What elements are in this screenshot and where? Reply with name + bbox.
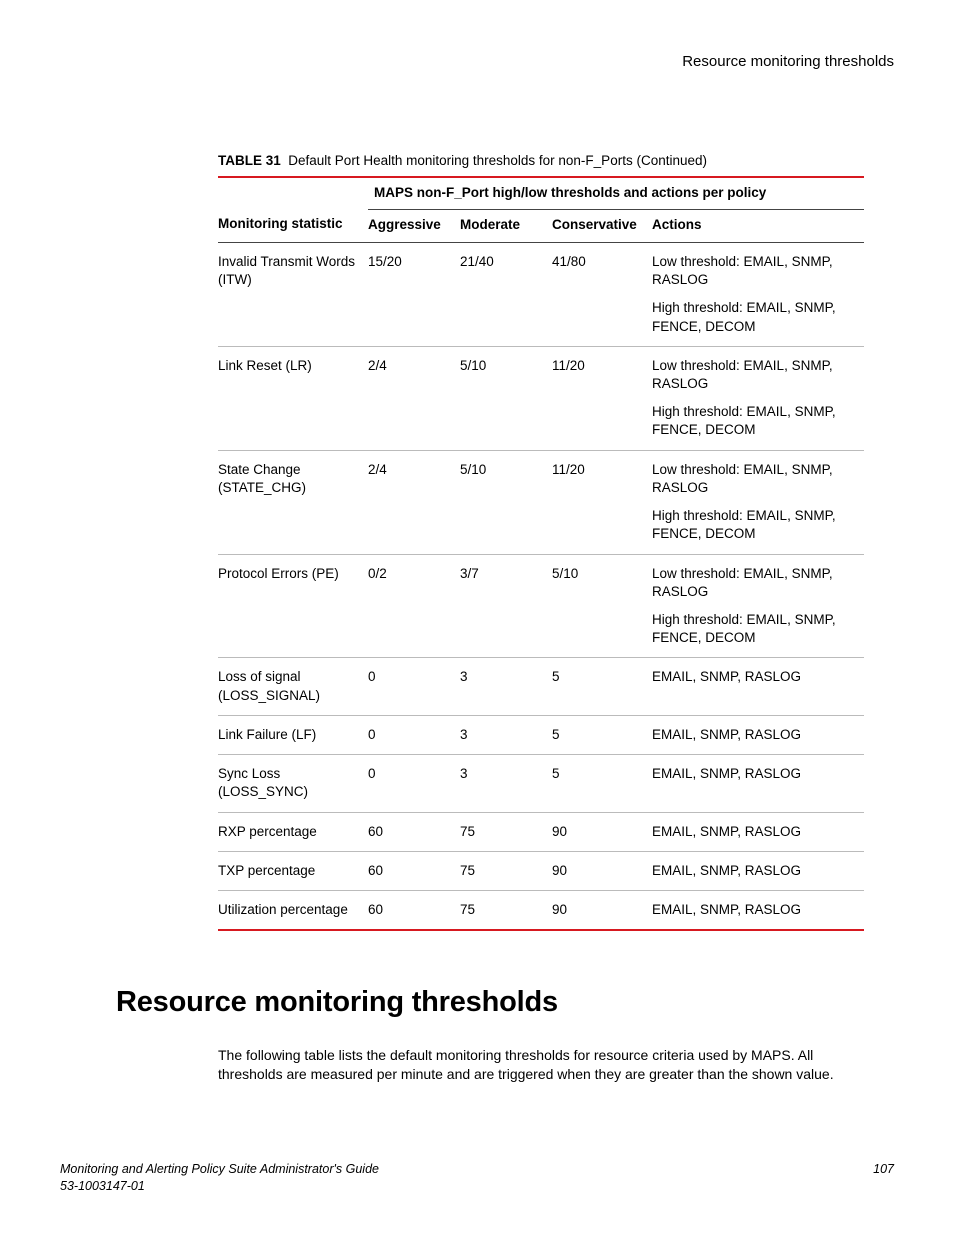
page-footer: 107 Monitoring and Alerting Policy Suite… [60, 1161, 894, 1195]
action-high-threshold: High threshold: EMAIL, SNMP, FENCE, DECO… [652, 403, 858, 439]
cell-moderate: 3/7 [460, 554, 552, 658]
cell-actions: EMAIL, SNMP, RASLOG [652, 755, 864, 812]
cell-actions: EMAIL, SNMP, RASLOG [652, 715, 864, 754]
cell-aggressive: 0/2 [368, 554, 460, 658]
cell-aggressive: 15/20 [368, 242, 460, 346]
col-header-moderate: Moderate [460, 209, 552, 242]
cell-statistic: Protocol Errors (PE) [218, 554, 368, 658]
cell-actions: Low threshold: EMAIL, SNMP, RASLOG High t… [652, 346, 864, 450]
action-low-threshold: Low threshold: EMAIL, SNMP, RASLOG [652, 565, 858, 601]
cell-actions: EMAIL, SNMP, RASLOG [652, 890, 864, 930]
cell-moderate: 21/40 [460, 242, 552, 346]
cell-conservative: 5/10 [552, 554, 652, 658]
cell-actions: Low threshold: EMAIL, SNMP, RASLOG High t… [652, 450, 864, 554]
cell-actions: Low threshold: EMAIL, SNMP, RASLOG High t… [652, 242, 864, 346]
cell-conservative: 5 [552, 658, 652, 715]
cell-aggressive: 2/4 [368, 346, 460, 450]
table-header-blank [218, 177, 368, 209]
cell-aggressive: 0 [368, 715, 460, 754]
cell-conservative: 11/20 [552, 346, 652, 450]
cell-conservative: 5 [552, 715, 652, 754]
cell-moderate: 5/10 [460, 346, 552, 450]
action-low-threshold: Low threshold: EMAIL, SNMP, RASLOG [652, 253, 858, 289]
cell-conservative: 90 [552, 812, 652, 851]
cell-aggressive: 0 [368, 658, 460, 715]
cell-conservative: 11/20 [552, 450, 652, 554]
section-heading: Resource monitoring thresholds [116, 983, 894, 1022]
table-caption-label: TABLE 31 [218, 153, 281, 168]
cell-conservative: 5 [552, 755, 652, 812]
col-header-statistic: Monitoring statistic [218, 209, 368, 242]
action-high-threshold: High threshold: EMAIL, SNMP, FENCE, DECO… [652, 299, 858, 335]
cell-conservative: 90 [552, 890, 652, 930]
cell-moderate: 75 [460, 851, 552, 890]
cell-statistic: Loss of signal (LOSS_SIGNAL) [218, 658, 368, 715]
cell-statistic: State Change (STATE_CHG) [218, 450, 368, 554]
cell-actions: Low threshold: EMAIL, SNMP, RASLOG High t… [652, 554, 864, 658]
cell-aggressive: 2/4 [368, 450, 460, 554]
cell-statistic: RXP percentage [218, 812, 368, 851]
table-row: Link Reset (LR)2/45/1011/20Low threshold… [218, 346, 864, 450]
footer-title: Monitoring and Alerting Policy Suite Adm… [60, 1162, 379, 1176]
page: Resource monitoring thresholds TABLE 31 … [0, 0, 954, 1235]
cell-conservative: 41/80 [552, 242, 652, 346]
table-row: TXP percentage607590EMAIL, SNMP, RASLOG [218, 851, 864, 890]
cell-moderate: 75 [460, 890, 552, 930]
cell-statistic: Link Failure (LF) [218, 715, 368, 754]
table-super-header: MAPS non-F_Port high/low thresholds and … [368, 177, 864, 209]
cell-moderate: 5/10 [460, 450, 552, 554]
col-header-conservative: Conservative [552, 209, 652, 242]
cell-moderate: 3 [460, 755, 552, 812]
table-row: State Change (STATE_CHG)2/45/1011/20Low … [218, 450, 864, 554]
cell-conservative: 90 [552, 851, 652, 890]
cell-actions: EMAIL, SNMP, RASLOG [652, 851, 864, 890]
cell-statistic: Sync Loss (LOSS_SYNC) [218, 755, 368, 812]
action-low-threshold: Low threshold: EMAIL, SNMP, RASLOG [652, 461, 858, 497]
cell-statistic: Invalid Transmit Words (ITW) [218, 242, 368, 346]
cell-moderate: 3 [460, 658, 552, 715]
col-header-actions: Actions [652, 209, 864, 242]
page-number: 107 [873, 1161, 894, 1178]
section-body-text: The following table lists the default mo… [218, 1046, 854, 1084]
cell-moderate: 75 [460, 812, 552, 851]
table-row: Invalid Transmit Words (ITW)15/2021/4041… [218, 242, 864, 346]
table-row: Loss of signal (LOSS_SIGNAL)035EMAIL, SN… [218, 658, 864, 715]
cell-statistic: Utilization percentage [218, 890, 368, 930]
running-header: Resource monitoring thresholds [60, 52, 894, 72]
action-high-threshold: High threshold: EMAIL, SNMP, FENCE, DECO… [652, 611, 858, 647]
cell-moderate: 3 [460, 715, 552, 754]
cell-actions: EMAIL, SNMP, RASLOG [652, 658, 864, 715]
table-row: Utilization percentage607590EMAIL, SNMP,… [218, 890, 864, 930]
cell-aggressive: 60 [368, 812, 460, 851]
cell-aggressive: 60 [368, 851, 460, 890]
table-row: Link Failure (LF)035EMAIL, SNMP, RASLOG [218, 715, 864, 754]
action-low-threshold: Low threshold: EMAIL, SNMP, RASLOG [652, 357, 858, 393]
thresholds-table: MAPS non-F_Port high/low thresholds and … [218, 176, 864, 931]
table-block: TABLE 31 Default Port Health monitoring … [218, 152, 864, 931]
table-caption: TABLE 31 Default Port Health monitoring … [218, 152, 864, 170]
cell-aggressive: 60 [368, 890, 460, 930]
action-high-threshold: High threshold: EMAIL, SNMP, FENCE, DECO… [652, 507, 858, 543]
footer-docno: 53-1003147-01 [60, 1179, 145, 1193]
cell-actions: EMAIL, SNMP, RASLOG [652, 812, 864, 851]
cell-statistic: TXP percentage [218, 851, 368, 890]
cell-aggressive: 0 [368, 755, 460, 812]
table-body: Invalid Transmit Words (ITW)15/2021/4041… [218, 242, 864, 930]
table-row: Protocol Errors (PE)0/23/75/10Low thresh… [218, 554, 864, 658]
table-caption-text: Default Port Health monitoring threshold… [288, 153, 707, 168]
col-header-aggressive: Aggressive [368, 209, 460, 242]
table-row: Sync Loss (LOSS_SYNC)035EMAIL, SNMP, RAS… [218, 755, 864, 812]
cell-statistic: Link Reset (LR) [218, 346, 368, 450]
table-row: RXP percentage607590EMAIL, SNMP, RASLOG [218, 812, 864, 851]
